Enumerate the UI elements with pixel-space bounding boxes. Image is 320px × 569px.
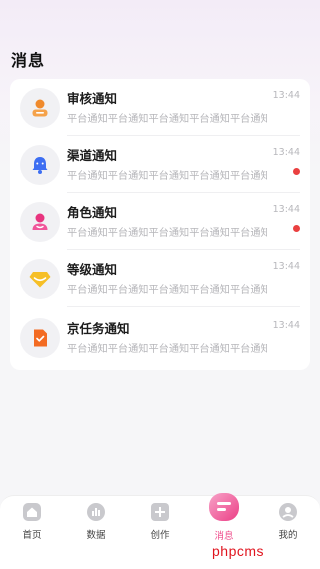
list-item-level-notice[interactable]: 等级通知 13:44 平台通知平台通知平台通知平台通知平台通知 bbox=[10, 251, 310, 307]
person-orange-icon bbox=[20, 88, 60, 128]
unread-dot bbox=[293, 225, 300, 232]
watermark-text: phpcms bbox=[212, 543, 265, 559]
home-icon bbox=[21, 501, 43, 523]
notification-title: 京任务通知 bbox=[67, 321, 130, 336]
notification-title: 等级通知 bbox=[67, 262, 118, 277]
notification-title: 渠道通知 bbox=[67, 148, 118, 163]
user-icon bbox=[277, 501, 299, 523]
tab-label: 首页 bbox=[22, 530, 42, 541]
notification-preview: 平台通知平台通知平台通知平台通知平台通知 bbox=[67, 114, 267, 125]
notification-time: 13:44 bbox=[272, 261, 300, 272]
tab-home[interactable]: 首页 bbox=[0, 496, 64, 546]
notification-title: 审核通知 bbox=[67, 91, 118, 106]
divider bbox=[67, 306, 300, 307]
task-orange-icon bbox=[20, 318, 60, 358]
tab-profile[interactable]: 我的 bbox=[256, 496, 320, 546]
tab-messages[interactable]: 消息 bbox=[192, 493, 256, 546]
page-title: 消息 bbox=[11, 51, 46, 70]
list-item-role-notice[interactable]: 角色通知 13:44 平台通知平台通知平台通知平台通知平台通知 bbox=[10, 194, 310, 250]
divider bbox=[67, 135, 300, 136]
notification-preview: 平台通知平台通知平台通知平台通知平台通知 bbox=[67, 344, 267, 355]
bell-blue-icon bbox=[20, 145, 60, 185]
divider bbox=[67, 249, 300, 250]
divider bbox=[67, 192, 300, 193]
notification-title: 角色通知 bbox=[67, 205, 118, 220]
diamond-yellow-icon bbox=[20, 259, 60, 299]
notification-time: 13:44 bbox=[272, 204, 300, 215]
list-item-task-notice[interactable]: 京任务通知 13:44 平台通知平台通知平台通知平台通知平台通知 bbox=[10, 310, 310, 366]
notification-preview: 平台通知平台通知平台通知平台通知平台通知 bbox=[67, 171, 267, 182]
list-item-channel-notice[interactable]: 渠道通知 13:44 平台通知平台通知平台通知平台通知平台通知 bbox=[10, 137, 310, 193]
notification-list: 审核通知 13:44 平台通知平台通知平台通知平台通知平台通知 渠道通知 13:… bbox=[10, 79, 310, 370]
notification-preview: 平台通知平台通知平台通知平台通知平台通知 bbox=[67, 285, 267, 296]
person-pink-icon bbox=[20, 202, 60, 242]
list-item-audit-notice[interactable]: 审核通知 13:44 平台通知平台通知平台通知平台通知平台通知 bbox=[10, 80, 310, 136]
tab-label: 我的 bbox=[278, 530, 298, 541]
message-icon bbox=[207, 490, 241, 524]
notification-preview: 平台通知平台通知平台通知平台通知平台通知 bbox=[67, 228, 267, 239]
notification-time: 13:44 bbox=[272, 90, 300, 101]
bottom-tab-bar: 首页 数据 创作 消息 我的 bbox=[0, 493, 320, 569]
tab-create[interactable]: 创作 bbox=[128, 496, 192, 546]
chart-icon bbox=[85, 501, 107, 523]
notification-time: 13:44 bbox=[272, 320, 300, 331]
plus-square-icon bbox=[149, 501, 171, 523]
unread-dot bbox=[293, 168, 300, 175]
notification-time: 13:44 bbox=[272, 147, 300, 158]
tab-label: 数据 bbox=[86, 530, 106, 541]
tab-label: 消息 bbox=[214, 531, 234, 542]
tab-data[interactable]: 数据 bbox=[64, 496, 128, 546]
tab-label: 创作 bbox=[150, 530, 170, 541]
